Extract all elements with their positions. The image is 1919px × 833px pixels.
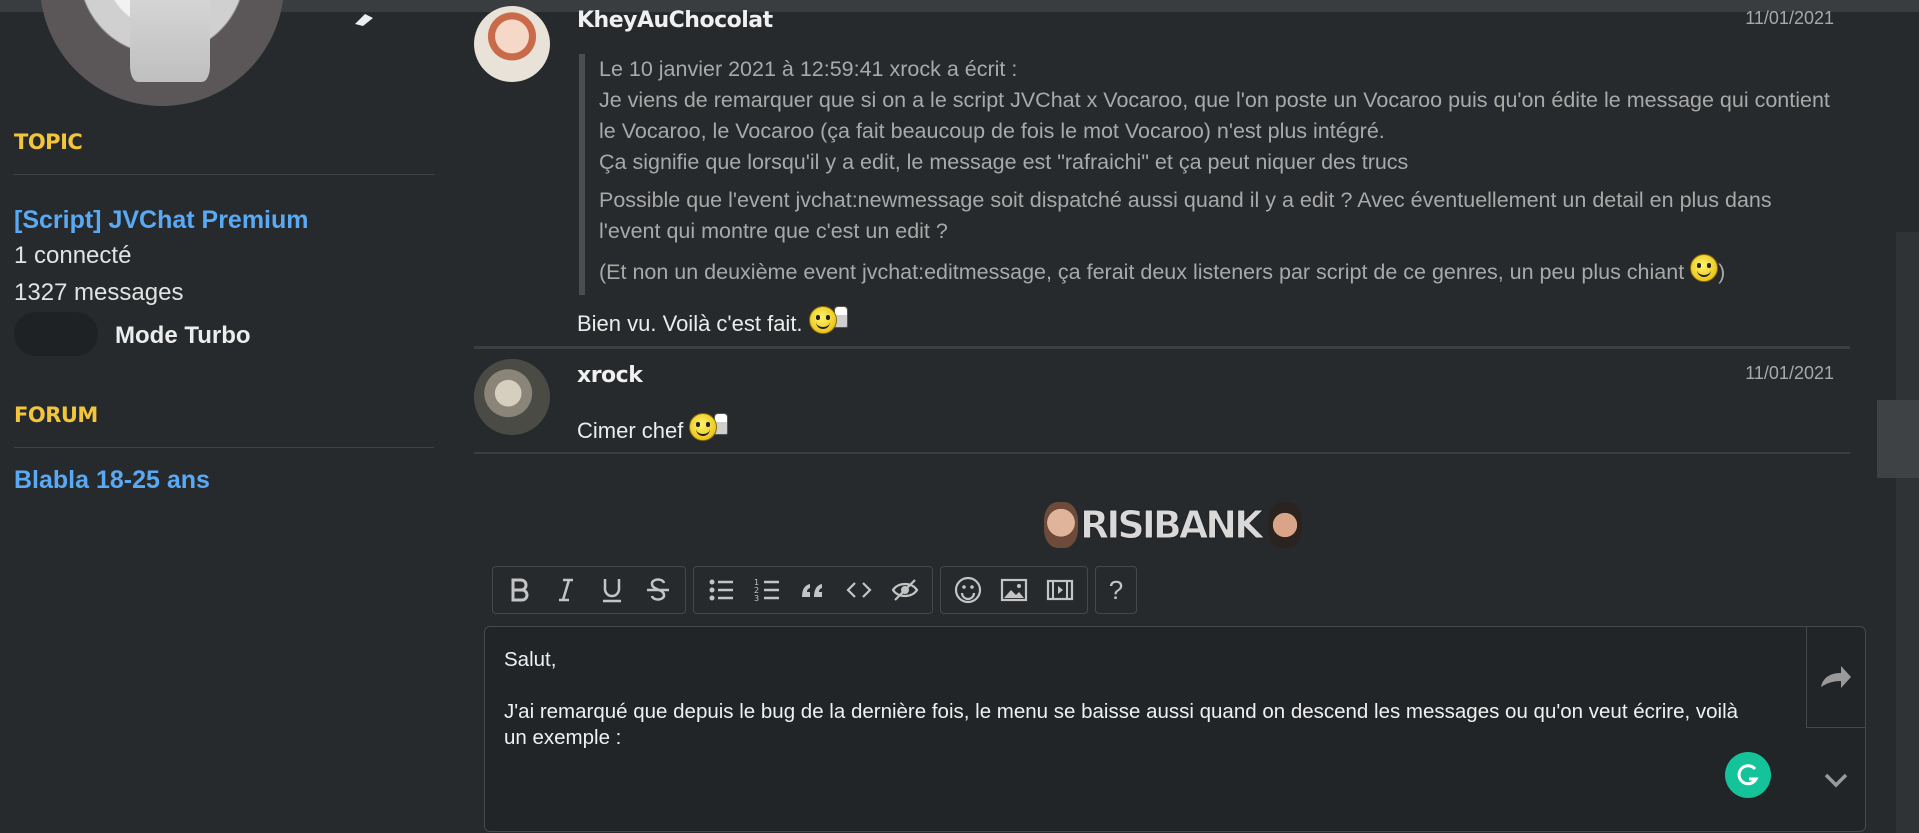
quote-text: Je viens de remarquer que si on a le scr… [599, 88, 1830, 143]
video-icon [1046, 579, 1074, 601]
smiley-icon [954, 576, 982, 604]
quote-text: (Et non un deuxième event jvchat:editmes… [599, 260, 1685, 284]
smiley-button[interactable] [945, 567, 991, 613]
bullet-list-icon [709, 579, 733, 601]
numbered-list-icon: 123 [754, 578, 779, 603]
message-body: Bien vu. Voilà c'est fait. [577, 311, 803, 336]
avatar[interactable] [474, 359, 550, 435]
video-button[interactable] [1037, 567, 1083, 613]
editor-toolbar: 123 ? [492, 566, 1137, 614]
numbered-list-button[interactable]: 123 [744, 567, 790, 613]
risibank-face [1044, 502, 1078, 548]
editor-line: J'ai remarqué que depuis le bug de la de… [504, 700, 1739, 749]
divider [14, 174, 434, 175]
format-group [492, 566, 686, 614]
editor-line: Salut, [504, 648, 557, 671]
italic-icon [559, 578, 573, 602]
quote-icon [802, 584, 822, 597]
smiley-icon [689, 413, 718, 441]
message-author[interactable]: KheyAuChocolat [577, 8, 773, 33]
quote-header: Le 10 janvier 2021 à 12:59:41 xrock a éc… [599, 57, 1018, 81]
underline-icon [603, 579, 621, 603]
send-icon[interactable] [1815, 657, 1855, 697]
image-button[interactable] [991, 567, 1037, 613]
topic-title-link[interactable]: [Script] JVChat Premium [14, 206, 309, 235]
smiley-icon [1690, 254, 1719, 282]
strikethrough-icon [647, 578, 669, 601]
media-group [940, 566, 1088, 614]
message-date: 11/01/2021 [1745, 363, 1834, 383]
code-button[interactable] [836, 567, 882, 613]
avatar[interactable] [474, 6, 550, 82]
message-separator [474, 452, 1850, 454]
svg-text:3: 3 [754, 594, 759, 603]
help-button[interactable]: ? [1096, 567, 1136, 613]
badge-icon [355, 14, 373, 26]
risibank-text: RISIBANK [1080, 503, 1265, 548]
underline-button[interactable] [589, 567, 635, 613]
scrollbar-thumb[interactable] [1877, 400, 1919, 478]
strikethrough-button[interactable] [635, 567, 681, 613]
risibank-face [1268, 502, 1302, 548]
message-separator [474, 346, 1850, 349]
message-text: Cimer chef [577, 413, 729, 444]
quote-text: Possible que l'event jvchat:newmessage s… [599, 188, 1772, 243]
image-icon [1000, 578, 1028, 602]
message-editor[interactable]: Salut, J'ai remarqué que depuis le bug d… [484, 626, 1866, 832]
message-body: Cimer chef [577, 418, 684, 443]
divider [14, 447, 434, 448]
send-area [1806, 627, 1865, 728]
message-author[interactable]: xrock [577, 363, 643, 388]
bullet-list-button[interactable] [698, 567, 744, 613]
turbo-label: Mode Turbo [115, 322, 251, 349]
scrollbar-track[interactable] [1896, 232, 1919, 833]
turbo-toggle[interactable] [14, 312, 98, 356]
bold-icon [511, 578, 529, 602]
forum-link[interactable]: Blabla 18-25 ans [14, 466, 210, 495]
message-date: 11/01/2021 [1745, 8, 1834, 28]
quote-text: ) [1718, 260, 1726, 284]
spoiler-button[interactable] [882, 567, 928, 613]
message-textarea[interactable]: Salut, J'ai remarqué que depuis le bug d… [504, 647, 1764, 751]
topic-heading: TOPIC [14, 130, 83, 154]
block-group: 123 [693, 566, 933, 614]
grammarly-icon[interactable] [1725, 752, 1771, 798]
quote-text: Ça signifie que lorsqu'il y a edit, le m… [599, 150, 1409, 174]
spoiler-icon [891, 579, 919, 601]
help-group: ? [1095, 566, 1137, 614]
italic-button[interactable] [543, 567, 589, 613]
smiley-icon [808, 306, 837, 334]
message-quote: Le 10 janvier 2021 à 12:59:41 xrock a éc… [579, 54, 1839, 295]
profile-avatar[interactable] [40, 0, 284, 106]
sidebar: TOPIC [Script] JVChat Premium 1 connecté… [0, 0, 460, 833]
grammarly-g-icon [1737, 764, 1759, 786]
quote-button[interactable] [790, 567, 836, 613]
forum-heading: FORUM [14, 403, 98, 427]
code-icon [846, 582, 872, 598]
risibank-logo[interactable]: RISIBANK [1044, 500, 1302, 550]
chevron-down-icon[interactable] [1821, 765, 1851, 795]
message-count: 1327 messages [14, 279, 184, 306]
connected-count: 1 connecté [14, 242, 132, 269]
message-text: Bien vu. Voilà c'est fait. [577, 306, 848, 337]
bold-button[interactable] [497, 567, 543, 613]
